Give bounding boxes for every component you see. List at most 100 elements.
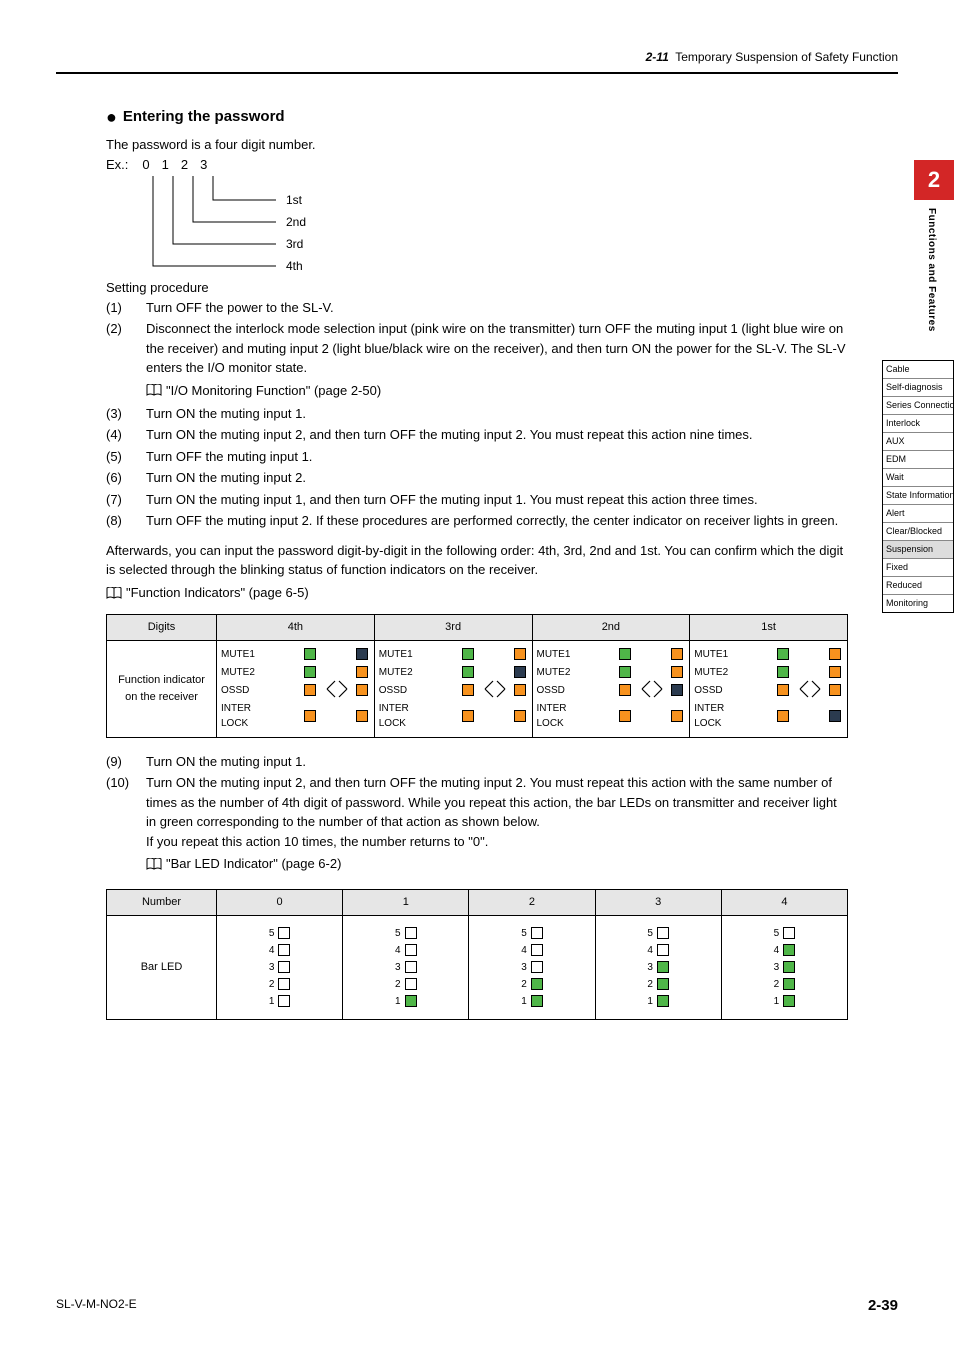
indicator-right [514,684,526,696]
bar-row-num: 5 [521,926,527,941]
table-rowhead: Bar LED [107,915,217,1019]
indicator-right [671,684,683,696]
bar-led-square [657,995,669,1007]
bar-led-square [405,995,417,1007]
section-title: Temporary Suspension of Safety Function [675,50,898,64]
indicator-label: OSSD [221,683,300,698]
step-text: Turn ON the muting input 1. [146,752,848,772]
bar-led-square [278,944,290,956]
bar-row-num: 1 [521,994,527,1009]
step-item: (10)Turn ON the muting input 2, and then… [106,773,848,875]
indicator-left [619,710,631,722]
bar-row-num: 4 [774,943,780,958]
bar-led-square [657,944,669,956]
step-item: (4)Turn ON the muting input 2, and then … [106,425,848,445]
step-item: (6)Turn ON the muting input 2. [106,468,848,488]
side-nav-item: Clear/Blocked [883,523,953,541]
step-num: (3) [106,404,136,424]
bullet-icon: ● [106,104,117,131]
bar-row-num: 3 [395,960,401,975]
bar-row-num: 4 [395,943,401,958]
step-num: (6) [106,468,136,488]
indicator-right [671,666,683,678]
step-text: Turn OFF the power to the SL-V. [146,298,848,318]
indicator-label: OSSD [537,683,616,698]
side-nav-item: State Information [883,487,953,505]
bar-led-square [405,961,417,973]
indicator-left [462,710,474,722]
footer: SL-V-M-NO2-E 2-39 [56,1297,898,1314]
indicator-label: MUTE2 [537,665,616,680]
bar-led-square [278,927,290,939]
step-num: (7) [106,490,136,510]
book-icon [106,587,122,599]
bar-row-num: 4 [647,943,653,958]
indicator-cell: MUTE1MUTE2OSSDINTERLOCK [217,640,375,737]
side-nav-item: Series Connection [883,397,953,415]
bar-row-num: 4 [521,943,527,958]
ex-digit: 3 [200,155,207,175]
step-item: (9)Turn ON the muting input 1. [106,752,848,772]
bar-led-square [657,927,669,939]
indicator-cell: MUTE1MUTE2OSSDINTERLOCK [532,640,690,737]
reference-link: "Function Indicators" (page 6-5) [106,583,309,603]
indicator-left [619,666,631,678]
step-text: Turn ON the muting input 2, and then tur… [146,425,848,445]
indicator-right [356,684,368,696]
bar-row-num: 3 [269,960,275,975]
step-item: (1)Turn OFF the power to the SL-V. [106,298,848,318]
indicator-right [514,648,526,660]
table-header: 1st [690,615,848,641]
side-nav-item: AUX [883,433,953,451]
indicator-label: INTERLOCK [221,701,300,731]
bar-led-cell: 54321 [595,915,721,1019]
after-paragraph: Afterwards, you can input the password d… [106,541,848,580]
indicator-left [304,666,316,678]
table-header: 2 [469,890,595,916]
indicator-left [619,648,631,660]
indicator-label: MUTE2 [694,665,773,680]
bar-row-num: 3 [647,960,653,975]
step-text: Turn OFF the muting input 2. If these pr… [146,511,848,531]
indicator-right [356,648,368,660]
indicator-right [829,666,841,678]
indicator-right [356,666,368,678]
bar-row-num: 2 [521,977,527,992]
indicator-right [356,710,368,722]
table-header: 1 [343,890,469,916]
book-icon [146,858,162,870]
book-icon [146,384,162,396]
ex-digit: 2 [181,155,188,175]
indicator-label: OSSD [379,683,458,698]
example-row: Ex.: 0 1 2 3 [106,155,848,175]
bar-row-num: 5 [774,926,780,941]
bar-led-square [278,995,290,1007]
bar-row-num: 2 [647,977,653,992]
bar-led-cell: 5 4 3 2 1 [469,915,595,1019]
side-nav-item: EDM [883,451,953,469]
indicator-label: INTERLOCK [537,701,616,731]
side-nav-item: Reduced [883,577,953,595]
indicator-label: INTERLOCK [379,701,458,731]
table-header: 3 [595,890,721,916]
bar-row-num: 2 [395,977,401,992]
subheading: ● Entering the password [106,104,848,131]
step-item: (2)Disconnect the interlock mode selecti… [106,319,848,402]
indicator-label: INTERLOCK [694,701,773,731]
side-nav-item: Self-diagnosis [883,379,953,397]
step-text: Turn OFF the muting input 1. [146,447,848,467]
bar-row-num: 4 [269,943,275,958]
indicator-right [671,648,683,660]
chapter-tab: 2 Functions and Features [914,160,954,332]
step-item: (3)Turn ON the muting input 1. [106,404,848,424]
bar-row-num: 3 [521,960,527,975]
step-num: (8) [106,511,136,531]
chapter-label: Functions and Features [914,200,949,332]
bar-row-num: 5 [269,926,275,941]
example-label: Ex.: [106,155,128,175]
indicator-left [304,710,316,722]
bar-row-num: 1 [395,994,401,1009]
side-nav-item: Alert [883,505,953,523]
side-nav-item: Suspension [883,541,953,559]
indicator-left [777,648,789,660]
